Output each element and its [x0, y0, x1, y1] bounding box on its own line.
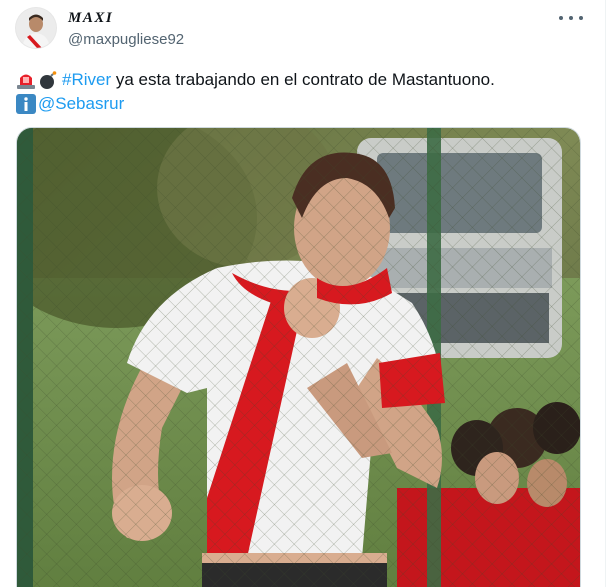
- football-player-photo: [17, 128, 580, 587]
- rotating-light-icon: [17, 74, 35, 89]
- tweet-photo[interactable]: [16, 127, 581, 587]
- tweet-text-line-1: #River ya esta trabajando en el contrato…: [16, 68, 589, 92]
- author-name[interactable]: MAXI: [68, 10, 113, 27]
- tweet-text-body: ya esta trabajando en el contrato de Mas…: [111, 70, 495, 89]
- author-handle[interactable]: @maxpugliese92: [68, 31, 184, 48]
- author-avatar[interactable]: [16, 8, 56, 48]
- more-options-button[interactable]: [559, 10, 583, 26]
- hashtag-link[interactable]: #River: [62, 70, 111, 89]
- tweet-text-line-2: @Sebasrur: [16, 92, 589, 116]
- tweet-card[interactable]: MAXI @maxpugliese92 #River ya esta traba…: [0, 0, 606, 587]
- information-icon: [16, 94, 36, 114]
- tweet-text: #River ya esta trabajando en el contrato…: [16, 68, 589, 116]
- mention-link[interactable]: @Sebasrur: [38, 92, 124, 116]
- bomb-icon: [40, 71, 57, 89]
- ellipsis-icon: [559, 16, 563, 20]
